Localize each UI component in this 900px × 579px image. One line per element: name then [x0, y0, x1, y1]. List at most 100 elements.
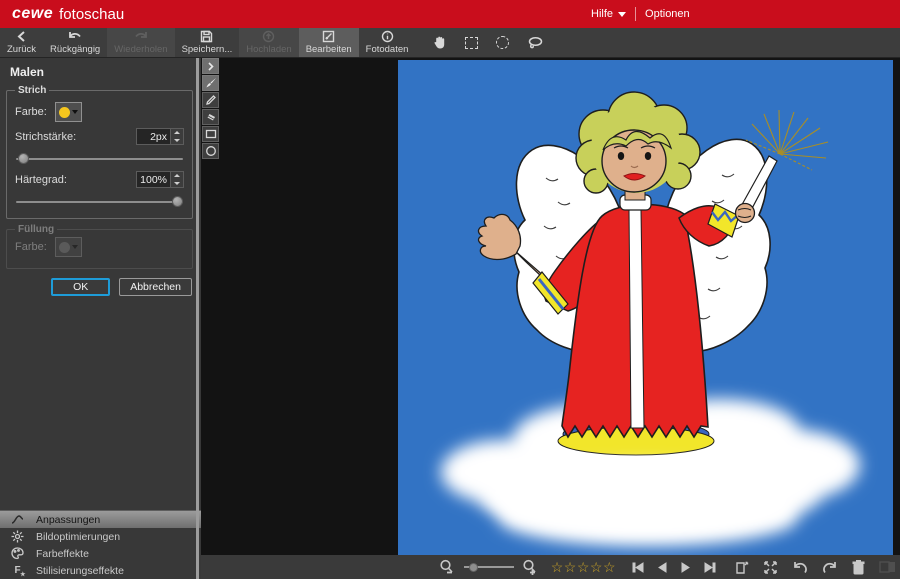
stroke-color-label: Farbe: — [15, 106, 47, 118]
compare-button — [879, 560, 896, 574]
rotate-right-button[interactable] — [822, 560, 838, 574]
navigation-buttons — [628, 562, 720, 573]
image-action-buttons — [730, 560, 900, 575]
brand-script: cewe — [12, 5, 53, 23]
star-icon[interactable]: ☆ — [551, 560, 564, 574]
rect-select-button[interactable] — [456, 28, 487, 57]
ellipse-shape-icon — [205, 145, 217, 157]
category-farbeffekte[interactable]: Farbeffekte — [0, 545, 201, 562]
star-icon[interactable]: ☆ — [603, 560, 616, 574]
stroke-group: Strich Farbe: Strichstärke: Härtegrad: — [6, 85, 193, 219]
collapse-chevron-icon — [207, 62, 214, 71]
image-canvas[interactable] — [201, 58, 900, 555]
brush-tool-button[interactable] — [202, 75, 219, 91]
cloud-front — [490, 464, 790, 532]
category-label: Anpassungen — [36, 514, 100, 526]
help-menu[interactable]: Hilfe — [591, 8, 626, 20]
ellipse-tool-button[interactable] — [202, 143, 219, 159]
stroke-width-up-button[interactable] — [171, 129, 183, 137]
zoom-out-button[interactable] — [439, 559, 456, 575]
undo-label: Rückgängig — [50, 44, 100, 55]
panel-scrollbar[interactable] — [196, 58, 199, 579]
photodata-button[interactable]: Fotodaten — [359, 28, 416, 57]
previous-image-button[interactable] — [658, 562, 667, 573]
first-image-button[interactable] — [632, 562, 644, 573]
titlebar: cewe fotoschau Hilfe Optionen — [0, 0, 900, 28]
zoom-in-icon — [522, 559, 539, 575]
previous-icon — [658, 562, 667, 573]
lasso-select-button[interactable] — [518, 28, 553, 57]
ellipse-select-icon — [496, 36, 509, 49]
hardness-slider[interactable] — [16, 195, 183, 208]
pencil-tool-button[interactable] — [202, 92, 219, 108]
hardness-spinner — [136, 171, 184, 188]
spin-up-icon — [174, 131, 180, 134]
next-image-button[interactable] — [681, 562, 690, 573]
star-icon[interactable]: ☆ — [590, 560, 603, 574]
star-icon[interactable]: ☆ — [564, 560, 577, 574]
category-label: Bildoptimierungen — [36, 531, 120, 543]
stroke-color-picker[interactable] — [55, 102, 82, 122]
delete-button[interactable] — [852, 560, 865, 575]
stroke-width-label: Strichstärke: — [15, 131, 76, 143]
options-menu[interactable]: Optionen — [645, 8, 690, 20]
brand-name: fotoschau — [59, 6, 124, 23]
star-icon[interactable]: ☆ — [577, 560, 590, 574]
stroke-width-input[interactable] — [137, 129, 170, 144]
category-anpassungen[interactable]: Anpassungen — [0, 511, 201, 528]
upload-circle-icon — [262, 30, 275, 43]
back-button[interactable]: Zurück — [0, 28, 43, 57]
rect-select-icon — [465, 37, 478, 49]
rotate-left-button[interactable] — [792, 560, 808, 574]
undo-button[interactable]: Rückgängig — [43, 28, 107, 57]
stroke-color-swatch — [59, 107, 70, 118]
save-button[interactable]: Speichern... — [175, 28, 240, 57]
hardness-down-button[interactable] — [171, 180, 183, 188]
fill-color-picker — [55, 237, 82, 257]
swatch-caret-icon — [72, 110, 78, 114]
effect-categories: Anpassungen Bildoptimierungen Farbeffekt… — [0, 510, 201, 579]
statusbar: ☆☆☆☆☆ — [201, 555, 900, 579]
fullscreen-button[interactable] — [763, 560, 778, 575]
ok-button[interactable]: OK — [51, 278, 110, 296]
edit-button[interactable]: Bearbeiten — [299, 28, 359, 57]
first-icon — [632, 562, 644, 573]
category-stilisierungseffekte[interactable]: F★ Stilisierungseffekte — [0, 562, 201, 579]
lasso-select-icon — [527, 36, 544, 50]
zoom-in-button[interactable] — [522, 559, 539, 575]
save-floppy-icon — [200, 30, 213, 43]
category-bildoptimierungen[interactable]: Bildoptimierungen — [0, 528, 201, 545]
stroke-width-down-button[interactable] — [171, 137, 183, 145]
redo-label: Wiederholen — [114, 44, 167, 55]
zoom-slider-thumb[interactable] — [469, 563, 478, 572]
rectangle-tool-button[interactable] — [202, 126, 219, 142]
app-logo: cewe fotoschau — [12, 0, 124, 28]
last-image-button[interactable] — [704, 562, 716, 573]
spin-down-icon — [174, 139, 180, 142]
back-label: Zurück — [7, 44, 36, 55]
hand-tool-button[interactable] — [423, 28, 456, 57]
hardness-slider-thumb[interactable] — [172, 196, 183, 207]
fill-color-swatch — [59, 242, 70, 253]
fx-star: ★ — [20, 571, 25, 578]
menu-divider — [635, 7, 636, 21]
brush-icon — [205, 77, 217, 89]
eraser-icon — [205, 111, 217, 123]
hardness-input[interactable] — [137, 172, 170, 187]
eraser-tool-button[interactable] — [202, 109, 219, 125]
hardness-up-button[interactable] — [171, 172, 183, 180]
collapse-panel-button[interactable] — [202, 58, 219, 74]
palette-icon — [11, 547, 24, 560]
stroke-width-slider-thumb[interactable] — [18, 153, 29, 164]
photodata-label: Fotodaten — [366, 44, 409, 55]
stroke-width-slider[interactable] — [16, 152, 183, 165]
rating-stars[interactable]: ☆☆☆☆☆ — [551, 560, 616, 574]
draw-tool-strip — [202, 58, 220, 159]
rotate-left-icon — [792, 560, 808, 574]
crop-rotate-button[interactable] — [734, 560, 749, 575]
ellipse-select-button[interactable] — [487, 28, 518, 57]
zoom-slider[interactable] — [464, 561, 514, 573]
angel-artwork-image[interactable] — [398, 60, 893, 555]
cancel-button[interactable]: Abbrechen — [119, 278, 192, 296]
redo-arrow-icon — [133, 30, 149, 43]
